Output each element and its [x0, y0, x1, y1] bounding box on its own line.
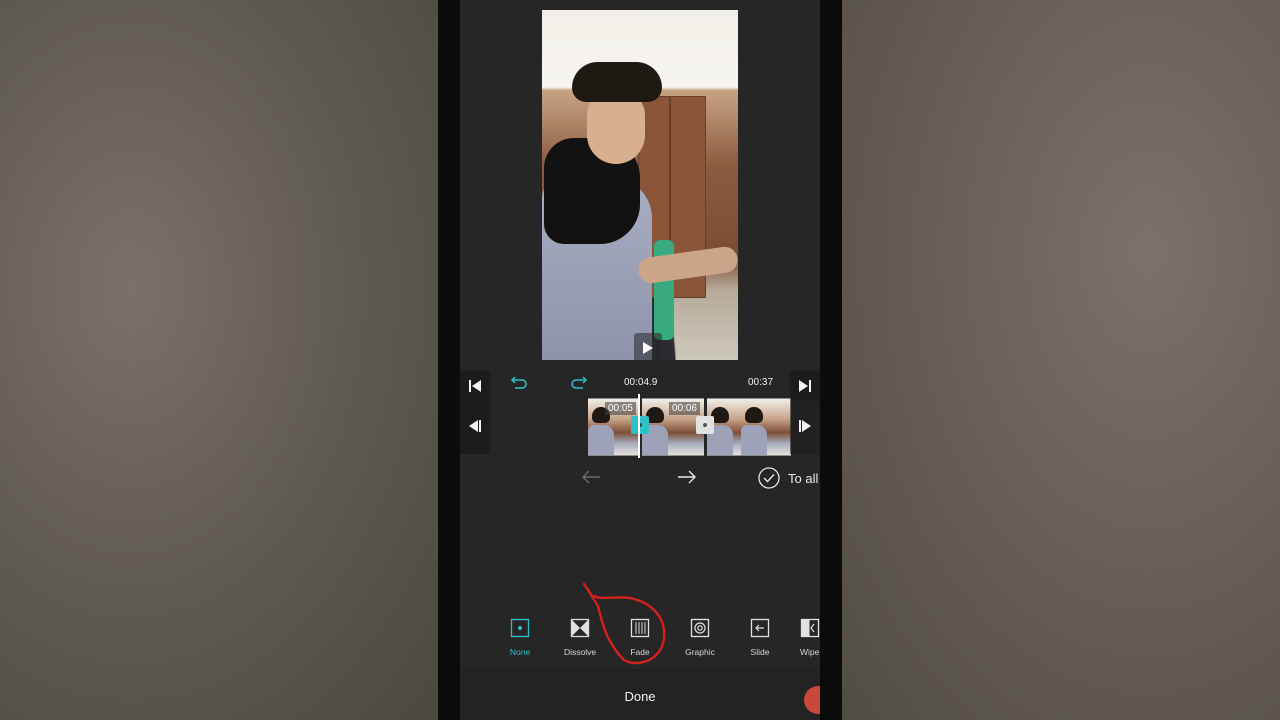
check-circle-icon	[758, 467, 780, 489]
transition-options: None Dissolve Fade Graphic Slide Wipe	[490, 618, 820, 662]
transition-wipe[interactable]: Wipe	[790, 618, 820, 657]
none-transition-icon	[510, 618, 530, 638]
transition-fade[interactable]: Fade	[610, 618, 670, 657]
step-back-icon	[469, 420, 481, 432]
timeline-clip[interactable]	[707, 398, 791, 456]
phone-frame: 00:04.9 00:37 00:05 00:06 To all None Di…	[438, 0, 842, 720]
transition-label: Graphic	[685, 647, 715, 657]
person-hair	[572, 62, 662, 102]
dissolve-icon	[570, 618, 590, 638]
transition-dissolve[interactable]: Dissolve	[550, 618, 610, 657]
transition-slide[interactable]: Slide	[730, 618, 790, 657]
wipe-icon	[800, 618, 820, 638]
transition-label: Wipe	[800, 647, 820, 657]
next-transition-arrow-icon[interactable]	[676, 468, 698, 486]
transition-none[interactable]: None	[490, 618, 550, 657]
background-blur-right	[842, 0, 1280, 720]
video-preview[interactable]	[542, 10, 738, 360]
current-time: 00:04.9	[624, 377, 658, 388]
clip-thumbnail-figure	[588, 425, 614, 455]
transition-marker[interactable]	[696, 416, 714, 434]
step-forward-icon	[799, 420, 811, 432]
graphic-icon	[690, 618, 710, 638]
timeline-clip[interactable]: 00:06	[642, 398, 704, 456]
transition-label: None	[509, 647, 531, 657]
play-button[interactable]	[634, 333, 662, 363]
slide-icon	[750, 618, 770, 638]
previous-transition-arrow-icon[interactable]	[580, 468, 602, 486]
transition-label: Dissolve	[563, 647, 597, 657]
transition-marker-selected[interactable]	[631, 416, 649, 434]
fade-icon	[630, 618, 650, 638]
clip-thumbnail-figure	[741, 425, 767, 455]
clip-duration: 00:06	[668, 402, 700, 415]
apply-to-all-button[interactable]: To all	[758, 467, 818, 489]
background-blur-left	[0, 0, 438, 720]
transition-label: Slide	[750, 647, 770, 657]
transition-dot	[703, 423, 707, 427]
editor-screen: 00:04.9 00:37 00:05 00:06 To all None Di…	[460, 0, 820, 720]
skip-to-end-button[interactable]	[790, 371, 820, 401]
play-icon	[643, 342, 653, 354]
undo-icon[interactable]	[510, 374, 528, 390]
total-time: 00:37	[748, 377, 774, 388]
clip-thumbnail-head	[745, 407, 763, 423]
redo-icon[interactable]	[570, 374, 588, 390]
timeline-next-frame-button[interactable]	[790, 398, 820, 454]
skip-to-start-button[interactable]	[460, 371, 490, 401]
transition-label: Fade	[630, 647, 650, 657]
playhead[interactable]	[638, 394, 640, 458]
timeline-prev-frame-button[interactable]	[460, 398, 490, 454]
to-all-label: To all	[788, 470, 819, 486]
skip-to-start-icon	[469, 380, 481, 392]
clip-duration: 00:05	[604, 402, 636, 415]
done-button[interactable]: Done	[460, 670, 820, 720]
done-label: Done	[624, 688, 656, 704]
transition-graphic[interactable]: Graphic	[670, 618, 730, 657]
skip-to-end-icon	[799, 380, 811, 392]
